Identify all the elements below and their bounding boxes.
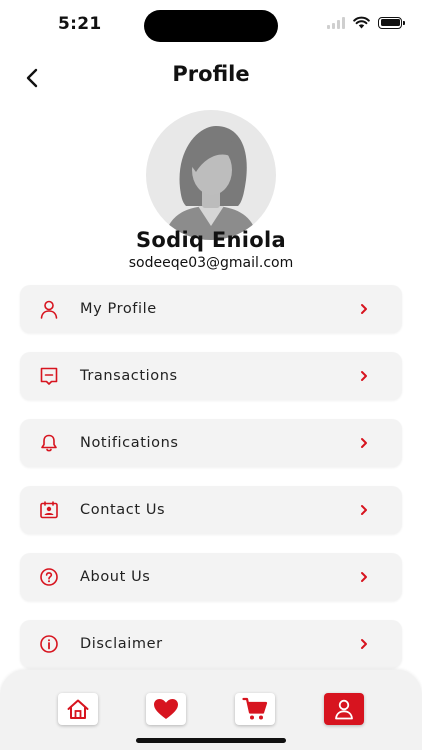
nav-home-button[interactable] (58, 693, 98, 725)
status-bar: 5:21 (0, 0, 422, 52)
chevron-right-icon (360, 303, 370, 315)
cart-icon (242, 697, 268, 720)
home-indicator (136, 738, 286, 743)
menu-item-label: About Us (80, 569, 151, 585)
user-icon (335, 699, 353, 720)
menu-item-transactions[interactable]: Transactions (20, 352, 402, 400)
chevron-right-icon (360, 638, 370, 650)
profile-menu: My Profile Transactions Notifications Co… (20, 285, 402, 687)
menu-item-label: Transactions (80, 368, 178, 384)
menu-item-label: My Profile (80, 301, 157, 317)
menu-item-label: Notifications (80, 435, 179, 451)
avatar-placeholder-icon (164, 126, 258, 240)
menu-item-my-profile[interactable]: My Profile (20, 285, 402, 333)
contact-card-icon (38, 499, 60, 521)
receipt-icon (38, 365, 60, 387)
bottom-nav (0, 670, 422, 750)
chevron-right-icon (360, 571, 370, 583)
page-title: Profile (172, 62, 250, 86)
chevron-right-icon (360, 370, 370, 382)
user-email: sodeeqe03@gmail.com (128, 255, 294, 271)
nav-profile-button[interactable] (324, 693, 364, 725)
header: Profile (0, 58, 422, 98)
menu-item-about-us[interactable]: About Us (20, 553, 402, 601)
user-name: Sodiq Eniola (135, 228, 286, 252)
avatar (146, 110, 276, 240)
wifi-icon (353, 16, 370, 29)
bell-icon (38, 432, 60, 454)
nav-cart-button[interactable] (235, 693, 275, 725)
menu-item-label: Contact Us (80, 502, 166, 518)
chevron-right-icon (360, 437, 370, 449)
home-icon (67, 699, 89, 719)
user-icon (38, 298, 60, 320)
chevron-right-icon (360, 504, 370, 516)
heart-icon (154, 699, 178, 719)
nav-favorites-button[interactable] (146, 693, 186, 725)
menu-item-disclaimer[interactable]: Disclaimer (20, 620, 402, 668)
status-time: 5:21 (58, 14, 102, 34)
dynamic-island (144, 10, 278, 42)
question-circle-icon (38, 566, 60, 588)
menu-item-contact-us[interactable]: Contact Us (20, 486, 402, 534)
status-icons (327, 16, 405, 29)
info-circle-icon (38, 633, 60, 655)
battery-icon (378, 16, 405, 29)
signal-icon (327, 16, 345, 29)
menu-item-label: Disclaimer (80, 636, 163, 652)
menu-item-notifications[interactable]: Notifications (20, 419, 402, 467)
